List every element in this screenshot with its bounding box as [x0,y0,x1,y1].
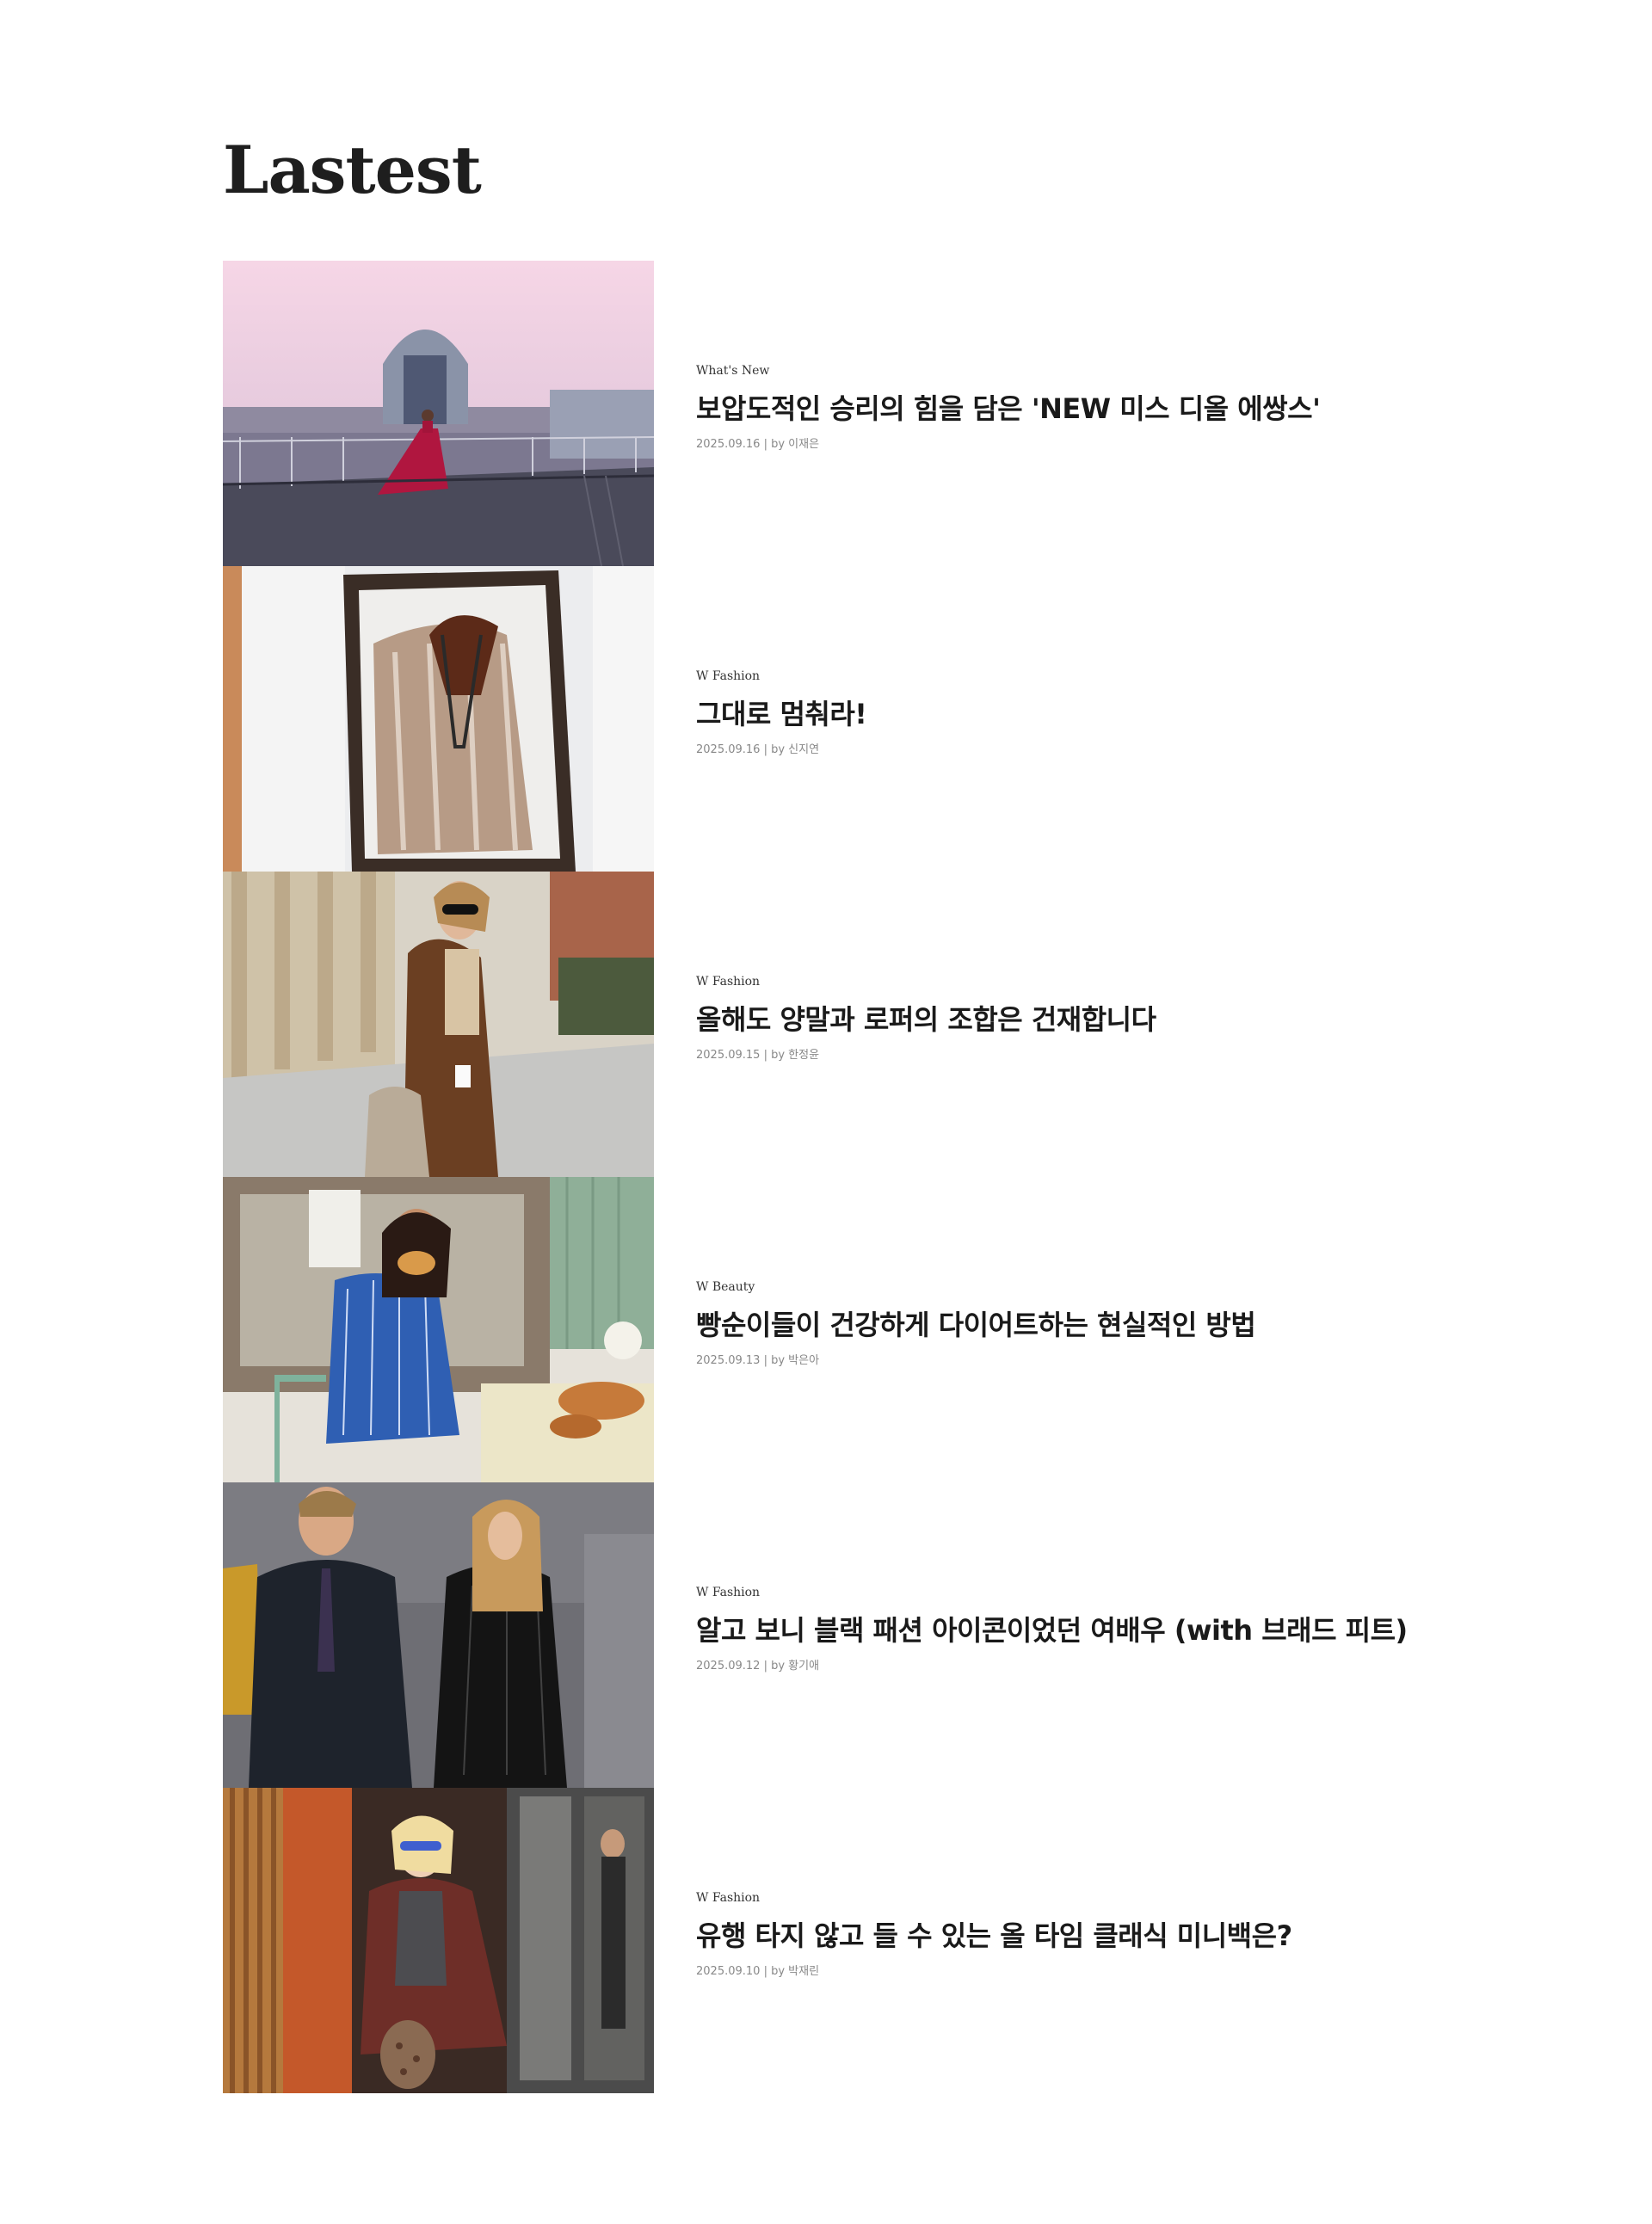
article-meta: 2025.09.16 | by 신지연 [696,743,1427,757]
article-category[interactable]: W Beauty [696,1280,1427,1294]
article-category[interactable]: What's New [696,364,1427,378]
article-headline[interactable]: 보압도적인 승리의 힘을 담은 'NEW 미스 디올 에쌍스' [696,391,1427,426]
article-thumbnail[interactable] [223,1788,654,2093]
article-thumbnail[interactable] [223,261,654,566]
meta-separator: | [760,1965,772,1978]
article-info: W Fashion 유행 타지 않고 들 수 있는 올 타임 클래식 미니백은?… [696,1891,1427,1979]
article-author: by 신지연 [771,743,820,756]
article-headline[interactable]: 유행 타지 않고 들 수 있는 올 타임 클래식 미니백은? [696,1919,1427,1953]
article-item[interactable]: W Fashion 유행 타지 않고 들 수 있는 올 타임 클래식 미니백은?… [223,1788,1427,2093]
article-item[interactable]: W Fashion 알고 보니 블랙 패션 아이콘이었던 여배우 (with 브… [223,1482,1427,1788]
article-headline[interactable]: 그대로 멈춰라! [696,697,1427,731]
article-category[interactable]: W Fashion [696,1891,1427,1905]
article-item[interactable]: What's New 보압도적인 승리의 힘을 담은 'NEW 미스 디올 에쌍… [223,261,1427,566]
article-date: 2025.09.16 [696,743,761,756]
article-thumbnail[interactable] [223,1482,654,1788]
article-date: 2025.09.16 [696,438,761,451]
article-thumbnail[interactable] [223,566,654,872]
article-item[interactable]: W Fashion 올해도 양말과 로퍼의 조합은 건재합니다 2025.09.… [223,872,1427,1177]
meta-separator: | [760,438,772,451]
article-headline[interactable]: 올해도 양말과 로퍼의 조합은 건재합니다 [696,1002,1427,1037]
article-author: by 박재린 [771,1965,820,1978]
article-item[interactable]: W Fashion 그대로 멈춰라! 2025.09.16 | by 신지연 [223,566,1427,872]
meta-separator: | [760,1660,772,1673]
article-author: by 이재은 [771,438,820,451]
article-info: W Beauty 빵순이들이 건강하게 다이어트하는 현실적인 방법 2025.… [696,1280,1427,1368]
article-info: W Fashion 그대로 멈춰라! 2025.09.16 | by 신지연 [696,669,1427,757]
article-date: 2025.09.13 [696,1354,761,1367]
article-meta: 2025.09.13 | by 박은아 [696,1354,1427,1368]
meta-separator: | [760,1354,772,1367]
article-date: 2025.09.12 [696,1660,761,1673]
article-author: by 황기애 [771,1660,820,1673]
article-meta: 2025.09.15 | by 한정윤 [696,1049,1427,1063]
article-thumbnail[interactable] [223,872,654,1177]
article-headline[interactable]: 알고 보니 블랙 패션 아이콘이었던 여배우 (with 브래드 피트) [696,1613,1427,1648]
article-info: What's New 보압도적인 승리의 힘을 담은 'NEW 미스 디올 에쌍… [696,364,1427,452]
article-list: What's New 보압도적인 승리의 힘을 담은 'NEW 미스 디올 에쌍… [223,261,1427,2093]
latest-section: Lastest What's New 보압도적인 승리의 힘을 담은 'NEW … [223,132,1427,2093]
meta-separator: | [760,743,772,756]
article-date: 2025.09.10 [696,1965,761,1978]
article-meta: 2025.09.10 | by 박재린 [696,1965,1427,1979]
article-author: by 박은아 [771,1354,820,1367]
article-meta: 2025.09.12 | by 황기애 [696,1660,1427,1673]
article-info: W Fashion 올해도 양말과 로퍼의 조합은 건재합니다 2025.09.… [696,975,1427,1063]
article-item[interactable]: W Beauty 빵순이들이 건강하게 다이어트하는 현실적인 방법 2025.… [223,1177,1427,1482]
meta-separator: | [760,1049,772,1062]
article-category[interactable]: W Fashion [696,669,1427,683]
article-category[interactable]: W Fashion [696,1586,1427,1599]
article-meta: 2025.09.16 | by 이재은 [696,438,1427,452]
article-thumbnail[interactable] [223,1177,654,1482]
article-category[interactable]: W Fashion [696,975,1427,989]
article-date: 2025.09.15 [696,1049,761,1062]
section-title: Lastest [223,132,482,208]
article-info: W Fashion 알고 보니 블랙 패션 아이콘이었던 여배우 (with 브… [696,1586,1427,1673]
article-author: by 한정윤 [771,1049,820,1062]
article-headline[interactable]: 빵순이들이 건강하게 다이어트하는 현실적인 방법 [696,1308,1427,1342]
